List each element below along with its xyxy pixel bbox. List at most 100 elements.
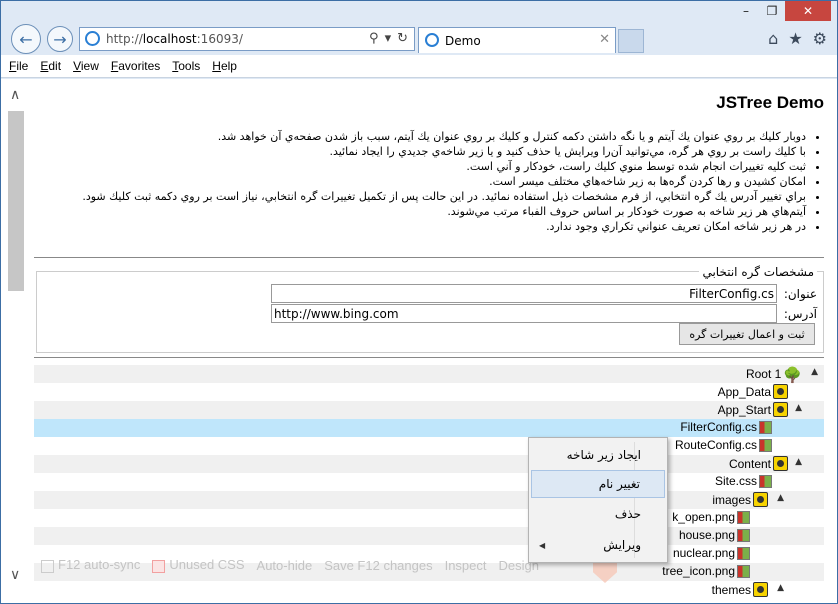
form-legend: مشخصات گره انتخابي (699, 265, 817, 279)
title-label: عنوان: (783, 286, 817, 301)
node-label[interactable]: App_Start (718, 403, 771, 417)
gear-icon[interactable]: ⚙ (813, 29, 827, 48)
folder-icon (753, 492, 768, 507)
f12-auto-hide[interactable]: Auto-hide (257, 558, 313, 573)
back-arrow-icon: ← (19, 29, 33, 49)
f12-auto-sync[interactable]: F12 auto-sync (41, 557, 141, 573)
node-label[interactable]: k_open.png (672, 510, 735, 524)
expand-arrow-icon[interactable]: ▲ (777, 493, 784, 503)
tree-node[interactable]: App_Start (718, 402, 788, 417)
expand-arrow-icon[interactable]: ▲ (795, 403, 802, 413)
back-button[interactable]: ← (11, 24, 41, 54)
f12-label: F12 auto-sync (58, 557, 141, 573)
tree-node[interactable]: images (712, 492, 768, 507)
f12-toolbar-overlay: F12 auto-sync Unused CSS Auto-hide Save … (41, 555, 539, 575)
close-tab-icon[interactable]: ✕ (599, 32, 610, 47)
f12-unused-css[interactable]: Unused CSS (152, 557, 245, 573)
ctx-rename[interactable]: تغيير نام (531, 470, 665, 498)
node-label[interactable]: Root 1 (746, 367, 781, 381)
tree-row[interactable]: house.png (34, 527, 824, 545)
tab-demo[interactable]: Demo ✕ (418, 27, 616, 53)
star-icon[interactable]: ★ (788, 29, 802, 48)
expand-arrow-icon[interactable]: ▲ (777, 583, 784, 593)
note-item: آيتم‌هاي هر زير شاخه به صورت خودكار بر ا… (41, 204, 806, 219)
node-label[interactable]: nuclear.png (673, 546, 735, 560)
scroll-up-icon[interactable]: ∧ (10, 87, 20, 103)
f12-save[interactable]: Save F12 changes (324, 558, 432, 573)
ctx-edit[interactable]: ويرايش ◀ (531, 531, 665, 559)
node-properties-form: مشخصات گره انتخابي عنوان: آدرس: ثبت و اع… (36, 265, 824, 353)
tree-row-selected[interactable]: FilterConfig.cs (34, 419, 824, 437)
address-controls: ⚲ ▾ ↻ (369, 31, 408, 46)
close-window-button[interactable]: ✕ (785, 1, 831, 21)
node-label[interactable]: house.png (679, 528, 735, 542)
tree-row[interactable]: themes ▲ (34, 581, 824, 599)
instructions-list: دوبار كليك بر روي عنوان يك آيتم و يا نگه… (41, 129, 824, 234)
expand-arrow-icon[interactable]: ▲ (795, 457, 802, 467)
tree-row[interactable]: RouteConfig.cs (34, 437, 824, 455)
note-item: ثبت كليه تغييرات انجام شده توسط منوي كلي… (41, 159, 806, 174)
tree-node-root[interactable]: Root 1 🌳 (746, 366, 802, 385)
checkbox-icon[interactable] (41, 559, 54, 573)
node-label[interactable]: themes (712, 583, 751, 597)
node-label[interactable]: tree_icon.png (662, 564, 735, 578)
expand-arrow-icon[interactable]: ▲ (811, 367, 818, 377)
scroll-thumb[interactable] (8, 111, 24, 291)
tree-node[interactable]: RouteConfig.cs (675, 438, 772, 452)
tree-node[interactable]: tree_icon.png (662, 564, 750, 578)
tree-row[interactable]: Root 1 🌳 ▲ (34, 365, 824, 385)
title-input[interactable] (271, 284, 777, 303)
refresh-icon[interactable]: ↻ (397, 31, 408, 46)
url-input[interactable] (271, 304, 777, 323)
submit-changes-button[interactable]: ثبت و اعمال تغييرات گره (679, 323, 815, 345)
vertical-scrollbar[interactable]: ∧ ∨ (7, 85, 25, 585)
new-tab-button[interactable] (618, 29, 644, 53)
address-url[interactable]: http://localhost:16093/ (106, 32, 243, 46)
checkbox-icon[interactable] (152, 559, 166, 573)
tree-node[interactable]: k_open.png (672, 510, 750, 524)
node-label[interactable]: images (712, 493, 751, 507)
tree-row[interactable]: k_open.png (34, 509, 824, 527)
folder-icon (773, 456, 788, 471)
f12-inspect[interactable]: Inspect (445, 558, 487, 573)
menu-view[interactable]: View (73, 59, 99, 73)
tree-row[interactable]: App_Data (34, 383, 824, 401)
maximize-button[interactable]: ❐ (759, 1, 785, 21)
minimize-button[interactable]: – (733, 1, 759, 21)
node-label[interactable]: FilterConfig.cs (680, 420, 757, 434)
search-icon[interactable]: ⚲ (369, 31, 379, 46)
tree-row[interactable]: App_Start ▲ (34, 401, 824, 419)
tree-node[interactable]: house.png (679, 528, 750, 542)
dropdown-icon[interactable]: ▾ (385, 31, 392, 46)
note-item: دوبار كليك بر روي عنوان يك آيتم و يا نگه… (41, 129, 806, 144)
menu-favorites[interactable]: Favorites (111, 59, 160, 73)
scroll-down-icon[interactable]: ∨ (10, 567, 20, 583)
tree-node[interactable]: nuclear.png (673, 546, 750, 560)
ctx-delete[interactable]: حذف (531, 500, 665, 528)
node-label[interactable]: App_Data (718, 385, 771, 399)
forward-button[interactable]: → (47, 26, 73, 52)
menu-edit[interactable]: Edit (40, 59, 61, 73)
tree-row[interactable]: Site.css (34, 473, 824, 491)
tree-row[interactable]: Content ▲ (34, 455, 824, 473)
tree-node[interactable]: FilterConfig.cs (680, 420, 772, 434)
ctx-create-child[interactable]: ايجاد زير شاخه (531, 441, 665, 469)
tree-row[interactable]: images ▲ (34, 491, 824, 509)
address-bar[interactable]: http://localhost:16093/ ⚲ ▾ ↻ (79, 27, 415, 51)
file-icon (737, 546, 750, 560)
tree-node[interactable]: Site.css (715, 474, 772, 488)
url-row: آدرس: (271, 304, 817, 323)
file-icon (737, 564, 750, 578)
divider (34, 257, 824, 258)
note-item: براي تغيير آدرس يك گره انتخابي، از فرم م… (41, 189, 806, 204)
tree-node[interactable]: themes (712, 582, 768, 597)
node-label[interactable]: Content (729, 457, 771, 471)
tree-node[interactable]: App_Data (718, 384, 788, 399)
home-icon[interactable]: ⌂ (768, 29, 778, 48)
menu-help[interactable]: Help (212, 59, 237, 73)
menu-file[interactable]: File (9, 59, 28, 73)
node-label[interactable]: Site.css (715, 474, 757, 488)
menu-tools[interactable]: Tools (172, 59, 200, 73)
node-label[interactable]: RouteConfig.cs (675, 438, 757, 452)
tree-node[interactable]: Content (729, 456, 788, 471)
